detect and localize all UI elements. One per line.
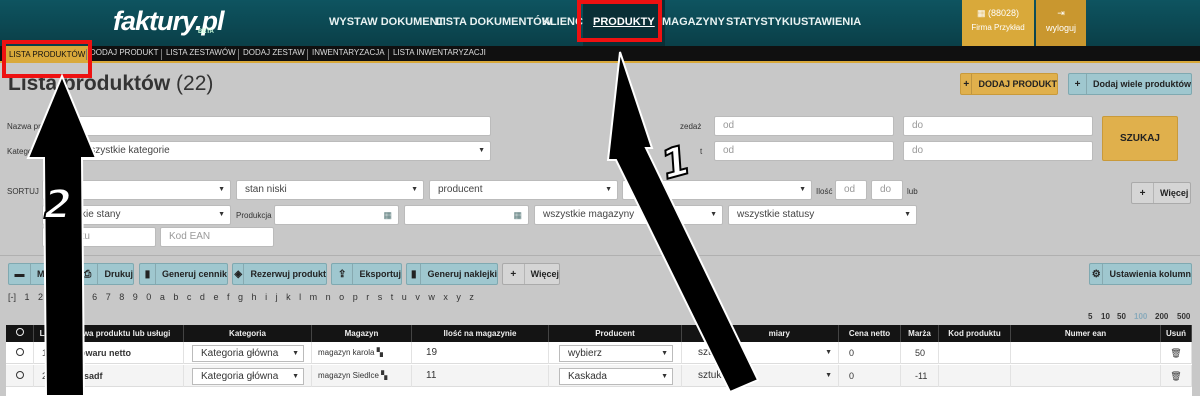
annotation-number-2: 2 — [43, 181, 73, 229]
arrow-1 — [606, 51, 760, 394]
annotation-arrows — [26, 51, 760, 396]
arrow-2 — [26, 73, 98, 396]
